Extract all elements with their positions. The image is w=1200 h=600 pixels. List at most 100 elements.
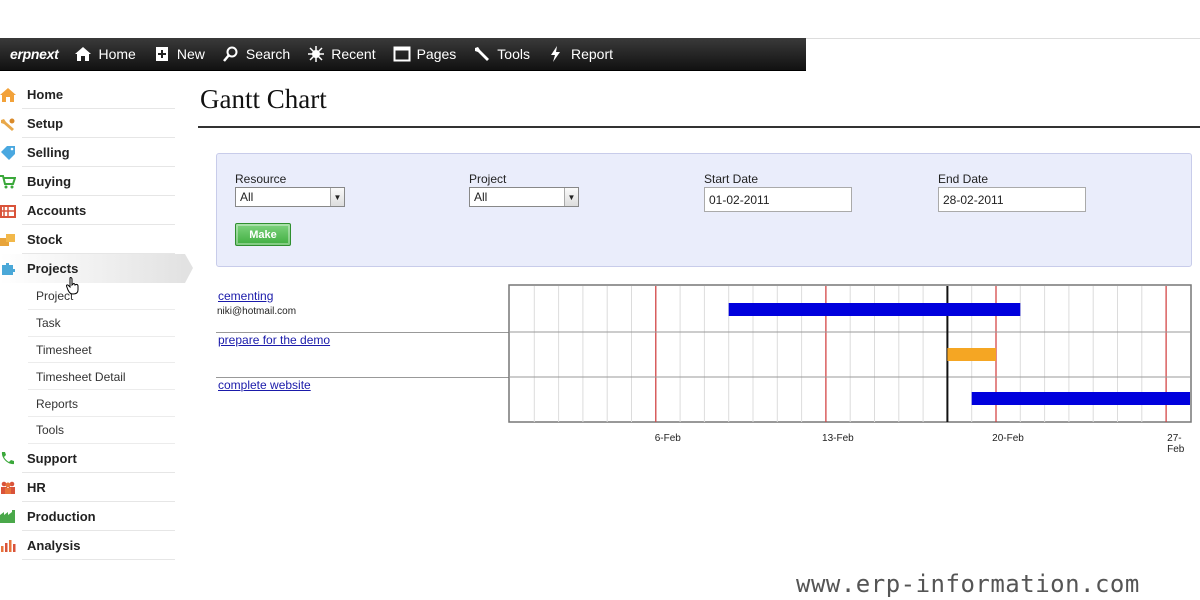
sidebar-item-production[interactable]: Production <box>0 502 185 531</box>
brand-logo[interactable]: erpnext <box>10 46 59 62</box>
tag-icon <box>0 145 16 160</box>
sidebar-item-analysis[interactable]: Analysis <box>0 531 185 560</box>
sidebar-item-setup[interactable]: Setup <box>0 109 185 138</box>
sidebar-item-label: Accounts <box>27 203 87 218</box>
bolt-icon <box>547 46 565 62</box>
nav-new[interactable]: New <box>153 46 205 62</box>
submenu-item-label: Timesheet Detail <box>36 369 126 384</box>
sidebar-item-support[interactable]: Support <box>0 444 185 473</box>
gantt-tick-label: 27-Feb <box>1167 433 1185 455</box>
sidebar-item-label: Analysis <box>27 537 81 553</box>
nav-home[interactable]: Home <box>74 46 136 62</box>
sidebar-item-hr[interactable]: HR <box>0 473 185 502</box>
page-title: Gantt Chart <box>200 84 327 114</box>
phone-icon <box>0 451 16 465</box>
search-icon <box>222 46 240 62</box>
submenu-item-tools[interactable]: Tools <box>0 417 185 444</box>
submenu-item-timesheet-detail[interactable]: Timesheet Detail <box>0 363 185 391</box>
watermark: www.erp-information.com <box>796 570 1140 598</box>
chevron-down-icon: ▼ <box>330 188 344 206</box>
top-divider <box>806 38 1200 39</box>
sidebar: Home Setup Selling Buying Accounts Stock <box>0 80 185 560</box>
chevron-down-icon: ▼ <box>564 188 578 206</box>
submenu-item-reports[interactable]: Reports <box>0 390 185 417</box>
task-link-complete-website[interactable]: complete website <box>218 378 311 392</box>
nav-pages-label: Pages <box>416 46 457 62</box>
gantt-chart <box>508 284 1192 423</box>
sidebar-item-label: Home <box>27 87 64 102</box>
gantt-bar <box>947 348 996 361</box>
nav-report-label: Report <box>570 46 613 62</box>
resource-label: Resource <box>235 172 287 186</box>
ledger-icon <box>0 204 16 218</box>
cart-icon <box>0 174 16 189</box>
resource-select-value: All <box>240 190 254 204</box>
sidebar-item-accounts[interactable]: Accounts <box>0 196 185 225</box>
submenu-item-label: Task <box>36 316 61 331</box>
new-doc-icon <box>153 46 171 62</box>
title-divider <box>198 126 1200 128</box>
sidebar-item-label: Stock <box>27 232 63 247</box>
puzzle-icon <box>0 262 16 276</box>
home-icon <box>74 46 92 62</box>
project-select[interactable]: All ▼ <box>469 187 579 207</box>
nav-pages[interactable]: Pages <box>393 46 457 62</box>
sidebar-item-projects[interactable]: Projects <box>0 254 185 283</box>
gantt-bar <box>728 303 1021 316</box>
sidebar-item-stock[interactable]: Stock <box>0 225 185 254</box>
sidebar-item-label: Setup <box>27 116 64 131</box>
start-date-filter: Start Date 01-02-2011 <box>704 172 852 212</box>
nav-report[interactable]: Report <box>547 46 613 62</box>
bar-chart-icon <box>0 538 16 553</box>
start-date-label: Start Date <box>704 172 759 186</box>
boxes-icon <box>0 233 16 247</box>
nav-recent[interactable]: Recent <box>307 46 376 62</box>
nav-new-label: New <box>176 46 205 62</box>
submenu-item-label: Reports <box>36 396 79 411</box>
end-date-label: End Date <box>938 172 989 186</box>
sidebar-item-label: Selling <box>27 145 70 160</box>
wrench-icon <box>473 46 491 62</box>
nav-tools-label: Tools <box>497 46 530 62</box>
nav-recent-label: Recent <box>331 46 376 62</box>
sidebar-item-home[interactable]: Home <box>0 80 185 109</box>
end-date-filter: End Date 28-02-2011 <box>938 172 1086 212</box>
end-date-input[interactable]: 28-02-2011 <box>938 187 1086 212</box>
nav-home-label: Home <box>98 46 136 62</box>
submenu-item-label: Timesheet <box>36 342 92 357</box>
submenu-item-project[interactable]: Project <box>0 283 185 310</box>
submenu-item-label: Tools <box>36 423 65 438</box>
project-label: Project <box>469 172 507 186</box>
gantt-tick-label: 20-Feb <box>992 433 1024 444</box>
task-link-prepare-demo[interactable]: prepare for the demo <box>218 333 330 347</box>
pages-icon <box>393 46 411 62</box>
sidebar-item-label: Buying <box>27 174 72 189</box>
nav-search-label: Search <box>245 46 291 62</box>
filter-panel: Resource All ▼ Project All ▼ Start Date … <box>216 153 1192 267</box>
project-select-value: All <box>474 190 488 204</box>
resource-filter: Resource All ▼ <box>235 172 345 207</box>
gantt-tick-label: 6-Feb <box>654 433 681 444</box>
home-icon <box>0 87 16 102</box>
top-navbar: erpnext Home New Search Recent Pages Too… <box>0 38 806 71</box>
task-link-cementing[interactable]: cementing <box>218 289 273 303</box>
task-owner: niki@hotmail.com <box>217 306 297 317</box>
sidebar-item-selling[interactable]: Selling <box>0 138 185 167</box>
gantt-bar <box>971 392 1190 405</box>
make-button[interactable]: Make <box>235 223 291 246</box>
app-root: erpnext Home New Search Recent Pages Too… <box>0 0 1200 600</box>
nav-search[interactable]: Search <box>222 46 290 62</box>
recent-icon <box>307 46 325 62</box>
people-icon <box>0 480 16 495</box>
submenu-item-timesheet[interactable]: Timesheet <box>0 337 185 364</box>
factory-icon <box>0 509 16 524</box>
projects-submenu: Project Task Timesheet Timesheet Detail … <box>0 283 185 444</box>
start-date-input[interactable]: 01-02-2011 <box>704 187 852 212</box>
sidebar-item-label: HR <box>27 479 46 495</box>
resource-select[interactable]: All ▼ <box>235 187 345 207</box>
gantt-tick-label: 13-Feb <box>822 433 854 444</box>
nav-tools[interactable]: Tools <box>473 46 530 62</box>
submenu-item-task[interactable]: Task <box>0 310 185 337</box>
sidebar-item-label: Support <box>27 450 77 466</box>
sidebar-item-buying[interactable]: Buying <box>0 167 185 196</box>
